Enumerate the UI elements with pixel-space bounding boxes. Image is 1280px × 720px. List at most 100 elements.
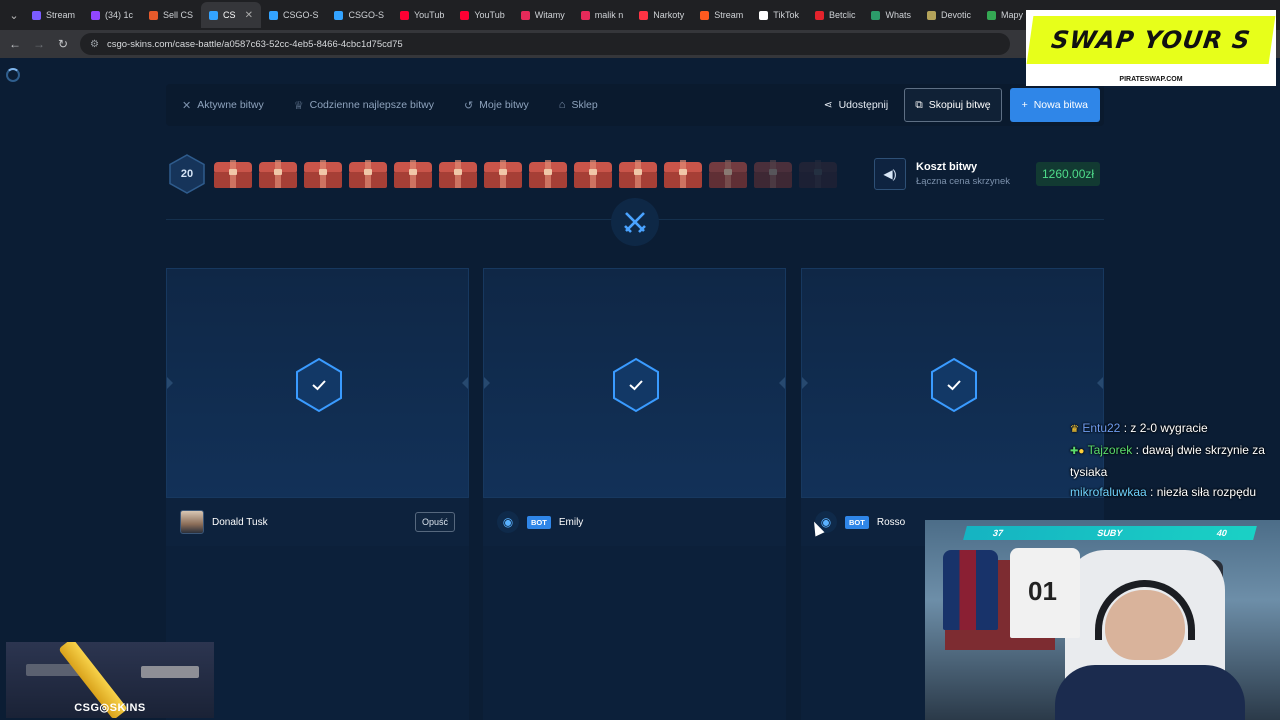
browser-tab[interactable]: Witamy: [513, 2, 573, 28]
case-icon[interactable]: [437, 160, 479, 188]
plus-icon: +: [1021, 99, 1028, 111]
rounds-count: 20: [180, 168, 194, 180]
case-icon[interactable]: [482, 160, 524, 188]
nav-my-battles[interactable]: ↺ Moje bitwy: [464, 99, 529, 112]
chat-user: mikrofaluwkaa: [1070, 485, 1147, 499]
player-name: Rosso: [876, 516, 906, 528]
browser-tab[interactable]: CS ✕: [201, 2, 261, 28]
case-icon[interactable]: [617, 160, 659, 188]
rifle-icon: [141, 666, 199, 678]
case-icon[interactable]: [392, 160, 434, 188]
ad-site: PIRATESWAP.COM: [1119, 76, 1183, 83]
back-icon[interactable]: ←: [8, 37, 22, 51]
favicon-icon: [700, 10, 710, 20]
chat-message: ✚● Tajzorek : dawaj dwie skrzynie za tys…: [1070, 440, 1280, 482]
subs-label: SUBY: [1096, 528, 1124, 538]
browser-tab[interactable]: CSGO-S: [326, 2, 392, 28]
url-field[interactable]: ⚙ csgo-skins.com/case-battle/a0587c63-52…: [80, 33, 1010, 55]
tab-strip: Stream (34) 1c Sell CS CS ✕ CSGO-S CSGO-S YouTu…: [24, 2, 1041, 28]
player-name: Emily: [558, 516, 584, 528]
cam-shirt: [1055, 665, 1245, 720]
player-info: Donald Tusk Opuść: [166, 498, 469, 546]
new-battle-button[interactable]: + Nowa bitwa: [1009, 88, 1100, 122]
browser-tab[interactable]: Stream: [24, 2, 83, 28]
case-icon[interactable]: [302, 160, 344, 188]
chat-text: : z 2-0 wygracie: [1123, 421, 1208, 435]
browser-tab[interactable]: TikTok: [751, 2, 807, 28]
tab-label: TikTok: [773, 10, 799, 20]
favicon-icon: [460, 10, 470, 20]
tab-label: YouTub: [474, 10, 505, 20]
reel-left-marker: [167, 377, 173, 389]
reel-right-marker: [779, 377, 785, 389]
player-reel: [166, 268, 469, 498]
forward-icon[interactable]: →: [32, 37, 46, 51]
case-icon[interactable]: [797, 160, 839, 188]
bot-target-icon: ◉: [497, 511, 519, 533]
browser-tab[interactable]: Betclic: [807, 2, 864, 28]
chat-message: ♛ Entu22 : z 2-0 wygracie: [1070, 418, 1280, 440]
subs-goal: 40: [1215, 528, 1229, 538]
player-info: ◉ BOT Emily: [483, 498, 786, 546]
tab-search-icon[interactable]: ⌄: [4, 5, 24, 25]
tab-label: (34) 1c: [105, 10, 134, 20]
versus-swords-icon: [611, 198, 659, 246]
case-icon[interactable]: [347, 160, 389, 188]
stream-chat: ♛ Entu22 : z 2-0 wygracie ✚● Tajzorek : …: [1070, 418, 1280, 502]
case-icon[interactable]: [707, 160, 749, 188]
warning-icon: ●: [1078, 446, 1085, 457]
favicon-icon: [32, 10, 41, 20]
browser-tab[interactable]: YouTub: [392, 2, 452, 28]
leave-button[interactable]: Opuść: [414, 512, 455, 532]
case-icon[interactable]: [257, 160, 299, 188]
case-list: [212, 160, 839, 190]
site-info-icon[interactable]: ⚙: [90, 39, 99, 50]
sound-toggle-button[interactable]: ◀): [874, 158, 906, 190]
browser-tab[interactable]: Devotic: [919, 2, 979, 28]
browser-tab[interactable]: Whats: [863, 2, 919, 28]
case-icon[interactable]: [527, 160, 569, 188]
reel-right-marker: [1097, 377, 1103, 389]
reel-left-marker: [484, 377, 490, 389]
copy-battle-button[interactable]: ⧉ Skopiuj bitwę: [904, 88, 1002, 122]
new-label: Nowa bitwa: [1033, 99, 1088, 111]
favicon-icon: [399, 10, 409, 20]
share-button[interactable]: ⋖ Udostępnij: [816, 99, 896, 111]
favicon-icon: [209, 10, 219, 20]
battle-cost: Koszt bitwy Łączna cena skrzynek: [916, 161, 1010, 187]
player-column-2: ◉ BOT Emily: [483, 268, 786, 720]
tab-label: CSGO-S: [348, 10, 384, 20]
browser-tab[interactable]: YouTub: [452, 2, 512, 28]
favicon-icon: [91, 10, 101, 20]
browser-tab[interactable]: malik n: [573, 2, 632, 28]
close-tab-icon[interactable]: ✕: [245, 10, 253, 21]
tab-label: Devotic: [940, 10, 971, 20]
trophy-icon: ♕: [293, 99, 304, 112]
browser-tab[interactable]: CSGO-S: [261, 2, 327, 28]
sub-goal-bar: 37 SUBY 40: [963, 526, 1257, 540]
share-label: Udostępnij: [838, 99, 889, 111]
crown-icon: ♛: [1070, 424, 1079, 435]
case-icon[interactable]: [572, 160, 614, 188]
ready-check-icon: [613, 357, 659, 413]
nav-shop[interactable]: ⌂ Sklep: [559, 99, 598, 111]
case-icon[interactable]: [662, 160, 704, 188]
browser-tab[interactable]: Narkoty: [631, 2, 692, 28]
browser-tab[interactable]: (34) 1c: [83, 2, 141, 28]
cam-jersey: [943, 550, 998, 630]
copy-icon: ⧉: [915, 98, 923, 111]
favicon-icon: [520, 10, 530, 20]
nav-daily-best-battles[interactable]: ♕ Codzienne najlepsze bitwy: [294, 99, 434, 112]
favicon-icon: [334, 10, 344, 20]
browser-tab[interactable]: Stream: [692, 2, 751, 28]
case-icon[interactable]: [752, 160, 794, 188]
nav-active-battles[interactable]: ✕ Aktywne bitwy: [182, 99, 264, 112]
chat-message: mikrofaluwkaa : niezła siła rozpędu: [1070, 482, 1280, 502]
copy-label: Skopiuj bitwę: [928, 99, 991, 111]
reload-icon[interactable]: ↻: [56, 37, 70, 51]
player-reel: [801, 268, 1104, 498]
case-icon[interactable]: [212, 160, 254, 188]
tab-label: Witamy: [534, 10, 565, 20]
browser-tab[interactable]: Sell CS: [141, 2, 201, 28]
tab-label: malik n: [594, 10, 624, 20]
